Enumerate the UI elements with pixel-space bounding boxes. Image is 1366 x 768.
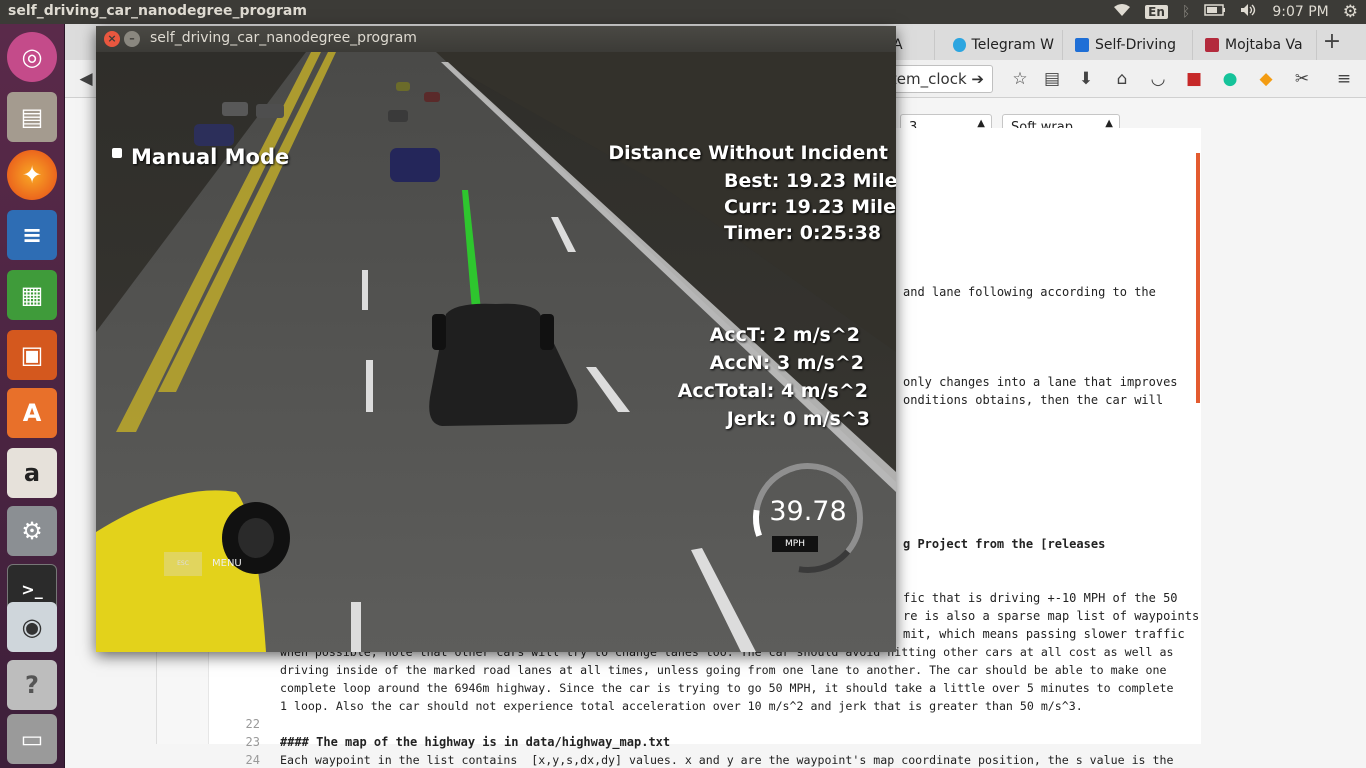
calc-icon[interactable]: ▦ (7, 270, 57, 320)
editor-line: complete loop around the 6946m highway. … (280, 681, 1174, 695)
manual-mode-checkbox[interactable] (112, 148, 122, 158)
tab-mojtaba[interactable]: Mojtaba Va (1197, 30, 1317, 60)
distance-title: Distance Without Incident (608, 142, 888, 164)
screenshot-icon[interactable]: ✂ (1291, 68, 1313, 90)
launcher: ◎ ▤ ✦ ≡ ▦ ▣ A a ⚙ >_ ◉ ? ▭ (0, 24, 65, 768)
writer-icon[interactable]: ≡ (7, 210, 57, 260)
gear-icon[interactable]: ⚙ (1343, 2, 1358, 22)
clock[interactable]: 9:07 PM (1272, 4, 1328, 20)
simulator-window: × – self_driving_car_nanodegree_program (96, 26, 896, 652)
line-number: 22 (245, 717, 260, 731)
editor-line-fragment: and lane following according to the (903, 285, 1156, 299)
ubuntu-dash-icon[interactable]: ◎ (7, 32, 57, 82)
grammarly-icon[interactable]: ● (1219, 68, 1241, 90)
tab-label: Self-Driving (1095, 37, 1176, 53)
editor-scroll-indicator[interactable] (1196, 153, 1200, 403)
best-distance: Best: 19.23 Miles (724, 170, 896, 192)
trash-icon[interactable]: ▭ (7, 714, 57, 764)
bluetooth-icon[interactable]: ᛒ (1182, 4, 1190, 20)
home-icon[interactable]: ⌂ (1111, 68, 1133, 90)
active-window-title: self_driving_car_nanodegree_program (8, 3, 307, 19)
system-tray: En ᛒ 9:07 PM ⚙ (1113, 2, 1358, 22)
slack-icon (1205, 38, 1219, 52)
software-center-icon[interactable]: A (7, 388, 57, 438)
impress-icon[interactable]: ▣ (7, 330, 57, 380)
editor-line-fragment: only changes into a lane that improves (903, 375, 1178, 389)
extension-red-icon[interactable]: ■ (1183, 68, 1205, 90)
simulator-titlebar: × – self_driving_car_nanodegree_program (96, 26, 896, 52)
current-distance: Curr: 19.23 Miles (724, 196, 896, 218)
editor-line-fragment: mit, which means passing slower traffic (903, 627, 1185, 641)
reading-list-icon[interactable]: ▤ (1041, 68, 1063, 90)
acc-total: AccTotal: 4 m/s^2 (677, 380, 868, 402)
timer: Timer: 0:25:38 (724, 222, 882, 244)
disk-icon[interactable]: ◉ (7, 602, 57, 652)
simulator-title: self_driving_car_nanodegree_program (150, 30, 417, 46)
editor-line-fragment: onditions obtains, then the car will (903, 393, 1164, 407)
manual-mode-label: Manual Mode (131, 145, 290, 169)
download-icon[interactable]: ⬇ (1075, 68, 1097, 90)
telegram-icon (953, 38, 966, 52)
back-icon[interactable]: ◀ (75, 68, 97, 90)
pocket-icon[interactable]: ◡ (1147, 68, 1169, 90)
jerk: Jerk: 0 m/s^3 (726, 408, 870, 430)
editor-line-fragment: fic that is driving +-10 MPH of the 50 (903, 591, 1178, 605)
wifi-icon[interactable] (1113, 3, 1131, 21)
tab-self-driving[interactable]: Self-Driving (1067, 30, 1193, 60)
menu-icon[interactable]: ≡ (1333, 68, 1355, 90)
line-number: 24 (245, 753, 260, 767)
editor-line-fragment: g Project from the [releases (903, 537, 1113, 551)
acc-t: AccT: 2 m/s^2 (709, 324, 860, 346)
help-icon[interactable]: ? (7, 660, 57, 710)
speed-unit: MPH (772, 536, 818, 552)
minimize-icon[interactable]: – (124, 31, 140, 47)
keyboard-layout-indicator[interactable]: En (1145, 5, 1168, 19)
tab-telegram[interactable]: Telegram W (945, 30, 1063, 60)
editor-line: Each waypoint in the list contains [x,y,… (280, 753, 1174, 767)
new-tab-icon[interactable]: + (1321, 31, 1343, 53)
extension-orange-icon[interactable]: ◆ (1255, 68, 1277, 90)
udacity-icon (1075, 38, 1089, 52)
tab-label: Telegram W (971, 37, 1054, 53)
esc-button[interactable]: ESC (164, 552, 202, 576)
editor-line: 1 loop. Also the car should not experien… (280, 699, 1083, 713)
tab-label: Mojtaba Va (1225, 37, 1303, 53)
speed-value: 39.78 (769, 496, 847, 527)
firefox-icon[interactable]: ✦ (7, 150, 57, 200)
settings-icon[interactable]: ⚙ (7, 506, 57, 556)
battery-icon[interactable] (1204, 4, 1226, 20)
top-panel: self_driving_car_nanodegree_program En ᛒ… (0, 0, 1366, 24)
editor-line: #### The map of the highway is in data/h… (280, 735, 671, 749)
line-number: 23 (245, 735, 260, 749)
amazon-icon[interactable]: a (7, 448, 57, 498)
acc-n: AccN: 3 m/s^2 (709, 352, 864, 374)
menu-label: MENU (212, 558, 242, 569)
editor-line-fragment: re is also a sparse map list of waypoint… (903, 609, 1200, 623)
close-icon[interactable]: × (104, 31, 120, 47)
star-icon[interactable]: ☆ (1009, 68, 1031, 90)
files-icon[interactable]: ▤ (7, 92, 57, 142)
editor-line: driving inside of the marked road lanes … (280, 663, 1167, 677)
volume-icon[interactable] (1240, 3, 1258, 21)
simulator-scene: Manual Mode Distance Without Incident Be… (96, 52, 896, 652)
